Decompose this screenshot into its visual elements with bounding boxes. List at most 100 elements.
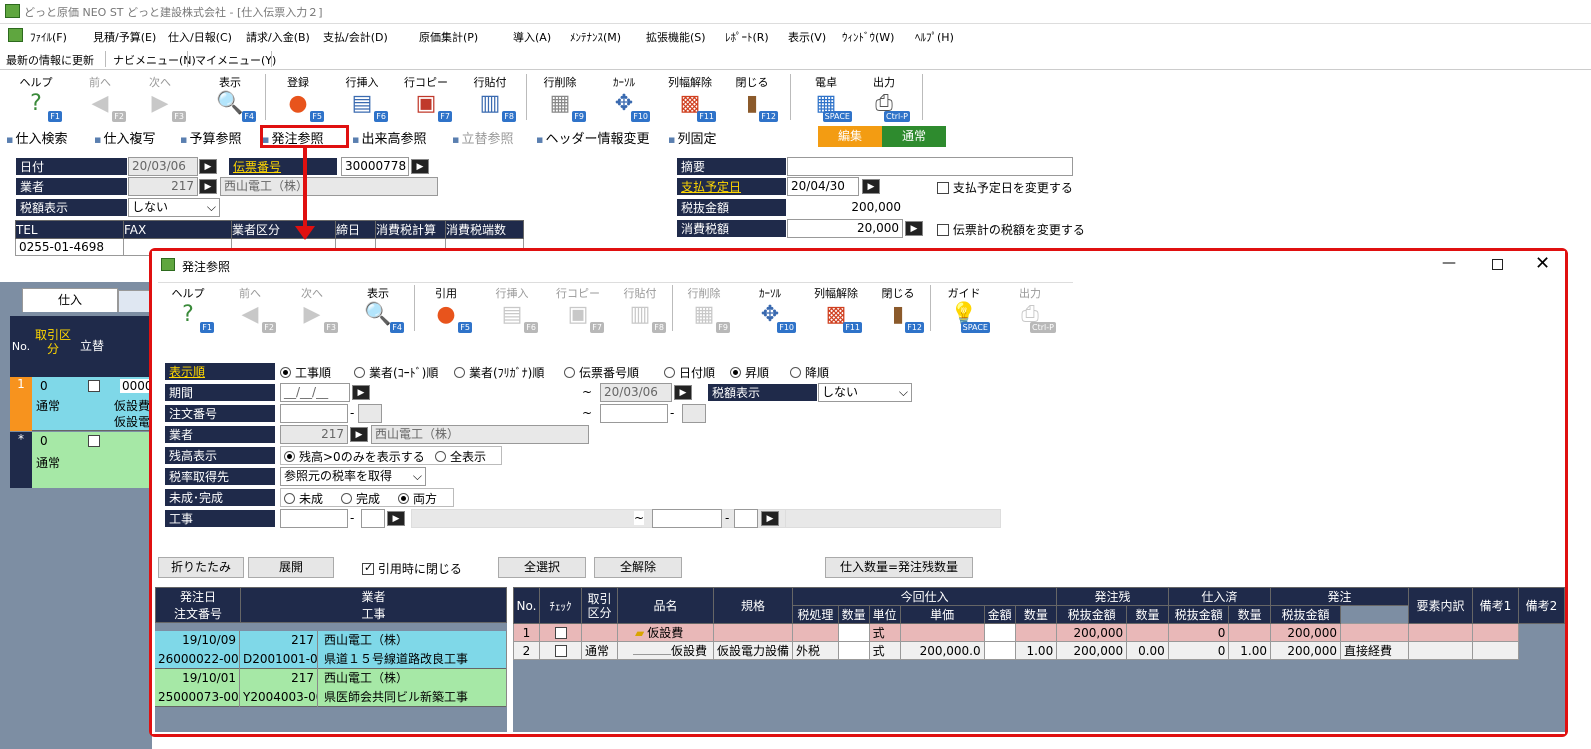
menu-item-4[interactable]: 支払/会計(D) [323,29,388,45]
menu-item-3[interactable]: 請求/入金(B) [246,29,310,45]
toolbar-button-close-door[interactable]: 閉じる ▮ F12 [868,285,928,333]
toolbar-button-prev[interactable]: 前へ ◀ F2 [70,74,130,122]
sort-option-0[interactable]: 工事順 [280,364,331,381]
toolbar-button-search[interactable]: 表示 🔍 F4 [200,74,260,122]
pay-date-picker-button[interactable]: ▶ [862,179,880,194]
navi-menu-link[interactable]: ナビメニュー(N) [113,52,196,68]
slip-label[interactable]: 伝票番号 [228,157,338,176]
project-from-branch[interactable] [361,509,385,528]
grid-cell-chk[interactable] [539,623,582,642]
maximize-icon[interactable] [1492,259,1503,270]
period-to-field[interactable]: 20/03/06 [600,383,672,402]
refresh-link[interactable]: 最新の情報に更新 [6,52,94,68]
order-no-to-field[interactable] [600,404,668,423]
link-header-edit[interactable]: ▪ ヘッダー情報変更 [536,128,649,147]
qty-equals-remaining-button[interactable]: 仕入数量=発注残数量 [825,557,973,578]
grid-row[interactable]: 1 ▰ 仮設費 式 200,000 0 200,000 [513,623,1565,642]
toolbar-button-row-insert[interactable]: 行挿入 ▤ F6 [332,74,392,122]
grid-cell-qty[interactable] [837,641,870,660]
sort-option-3[interactable]: 伝票番号順 [564,364,639,381]
vendor-lookup-button[interactable]: ▶ [199,179,217,194]
order-option-1[interactable]: 降順 [790,364,829,381]
project-from-button[interactable]: ▶ [387,511,405,526]
balance-all-radio[interactable]: 全表示 [435,448,486,465]
order-list-item[interactable]: 19/10/09 217 西山電工（株） 26000022-00 D2001001-00… [155,631,507,669]
left-grid-row-new[interactable]: * 0 通常 [10,432,152,488]
toolbar-button-column-width[interactable]: 列幅解除 ▩ F11 [660,74,720,122]
toolbar-button-row-delete[interactable]: 行削除 ▦ F9 [674,285,734,333]
row-1-advance-checkbox[interactable] [88,379,100,393]
date-field[interactable]: 20/03/06 [128,157,198,176]
link-progress[interactable]: ▪ 出来高参照 [352,128,426,147]
status-complete-radio[interactable]: 完成 [341,490,380,507]
toolbar-button-ok[interactable]: 登録 ● F5 [268,74,328,122]
tab-2[interactable] [118,290,152,312]
project-to-field[interactable] [652,509,722,528]
period-to-button[interactable]: ▶ [674,385,692,400]
period-from-field[interactable]: __/__/__ [280,383,350,402]
project-to-button[interactable]: ▶ [761,511,779,526]
menu-item-5[interactable]: 原価集計(P) [419,29,478,45]
select-all-button[interactable]: 全選択 [498,557,586,578]
toolbar-button-close-door[interactable]: 閉じる ▮ F12 [722,74,782,122]
toolbar-button-help[interactable]: ヘルプ? F1 [158,285,218,333]
tax-change-checkbox[interactable]: 伝票計の税額を変更する [937,221,1085,238]
tax-source-select[interactable]: 参照元の税率を取得 ⌵ [280,467,426,486]
menu-item-7[interactable]: ﾒﾝﾃﾅﾝｽ(M) [570,29,621,45]
minimize-icon[interactable]: — [1442,255,1456,271]
toolbar-button-print[interactable]: 出力 ⎙ Ctrl-P [1000,285,1060,333]
toolbar-button-print[interactable]: 出力 ⎙ Ctrl-P [854,74,914,122]
toolbar-button-calculator[interactable]: 電卓 ▦ SPACE [796,74,856,122]
toolbar-button-row-copy[interactable]: 行コピー ▣ F7 [548,285,608,333]
date-picker-button[interactable]: ▶ [199,159,217,174]
menu-item-11[interactable]: ｳｨﾝﾄﾞｳ(W) [842,29,894,45]
toolbar-button-row-copy[interactable]: 行コピー ▣ F7 [396,74,456,122]
project-to-branch[interactable] [734,509,758,528]
dialog-vendor-code-field[interactable]: 217 [280,425,348,444]
grid-row[interactable]: 2 通常 仮設費 仮設電力設備 外税式 200,000.0 1.00 200,000 0.00 0… [513,641,1565,660]
status-both-radio[interactable]: 両方 [398,490,437,507]
pay-date-field[interactable]: 20/04/30 [787,177,859,196]
order-no-to-branch[interactable] [682,404,706,423]
toolbar-button-row-delete[interactable]: 行削除 ▦ F9 [530,74,590,122]
menu-item-2[interactable]: 仕入/日報(C) [168,29,232,45]
menu-item-9[interactable]: ﾚﾎﾟｰﾄ(R) [725,29,769,45]
close-on-cite-checkbox[interactable]: 引用時に閉じる [362,560,462,577]
sort-label[interactable]: 表示順 [164,362,276,381]
link-copy-doc[interactable]: ▪ 仕入複写 [94,128,155,147]
dialog-tax-display-select[interactable]: しない ⌵ [818,383,912,402]
link-search-doc[interactable]: ▪ 仕入検索 [6,128,67,147]
dialog-vendor-lookup-button[interactable]: ▶ [350,427,368,442]
slip-lookup-button[interactable]: ▶ [411,159,429,174]
tab-purchase[interactable]: 仕入 [22,288,118,312]
period-from-button[interactable]: ▶ [352,385,370,400]
link-freeze-column[interactable]: ▪ 列固定 [668,128,716,147]
toolbar-button-row-insert[interactable]: 行挿入 ▤ F6 [482,285,542,333]
pay-date-label[interactable]: 支払予定日 [676,177,787,196]
row-new-advance-checkbox[interactable] [88,434,100,448]
menu-item-8[interactable]: 拡張機能(S) [646,29,706,45]
toolbar-button-row-paste[interactable]: 行貼付 ▥ F8 [610,285,670,333]
toolbar-button-row-paste[interactable]: 行貼付 ▥ F8 [460,74,520,122]
left-grid-row-1[interactable]: 1 0 通常 0000 仮設費 仮設電 [10,377,153,431]
sort-option-4[interactable]: 日付順 [664,364,715,381]
grid-cell-amount[interactable] [983,623,1016,642]
toolbar-button-column-width[interactable]: 列幅解除 ▩ F11 [806,285,866,333]
link-budget[interactable]: ▪ 予算参照 [180,128,241,147]
clear-all-button[interactable]: 全解除 [594,557,682,578]
app-menu-icon[interactable] [8,28,23,42]
tax-amount-button[interactable]: ▶ [905,221,923,236]
toolbar-button-prev[interactable]: 前へ ◀ F2 [220,285,280,333]
sort-option-1[interactable]: 業者(ｺｰﾄﾞ)順 [354,364,438,381]
grid-cell-amount[interactable] [983,641,1016,660]
toolbar-button-next[interactable]: 次へ ▶ F3 [282,285,342,333]
order-option-0[interactable]: 昇順 [730,364,769,381]
close-icon[interactable]: ✕ [1535,253,1550,274]
tax-display-select[interactable]: しない ⌵ [128,198,220,217]
menu-item-0[interactable]: ﾌｧｲﾙ(F) [30,29,67,45]
toolbar-button-help[interactable]: ヘルプ? F1 [6,74,66,122]
my-menu-link[interactable]: マイメニュー(Y) [195,52,276,68]
order-no-from-field[interactable] [280,404,348,423]
vendor-code-field[interactable]: 217 [128,177,198,196]
order-no-from-branch[interactable] [358,404,382,423]
